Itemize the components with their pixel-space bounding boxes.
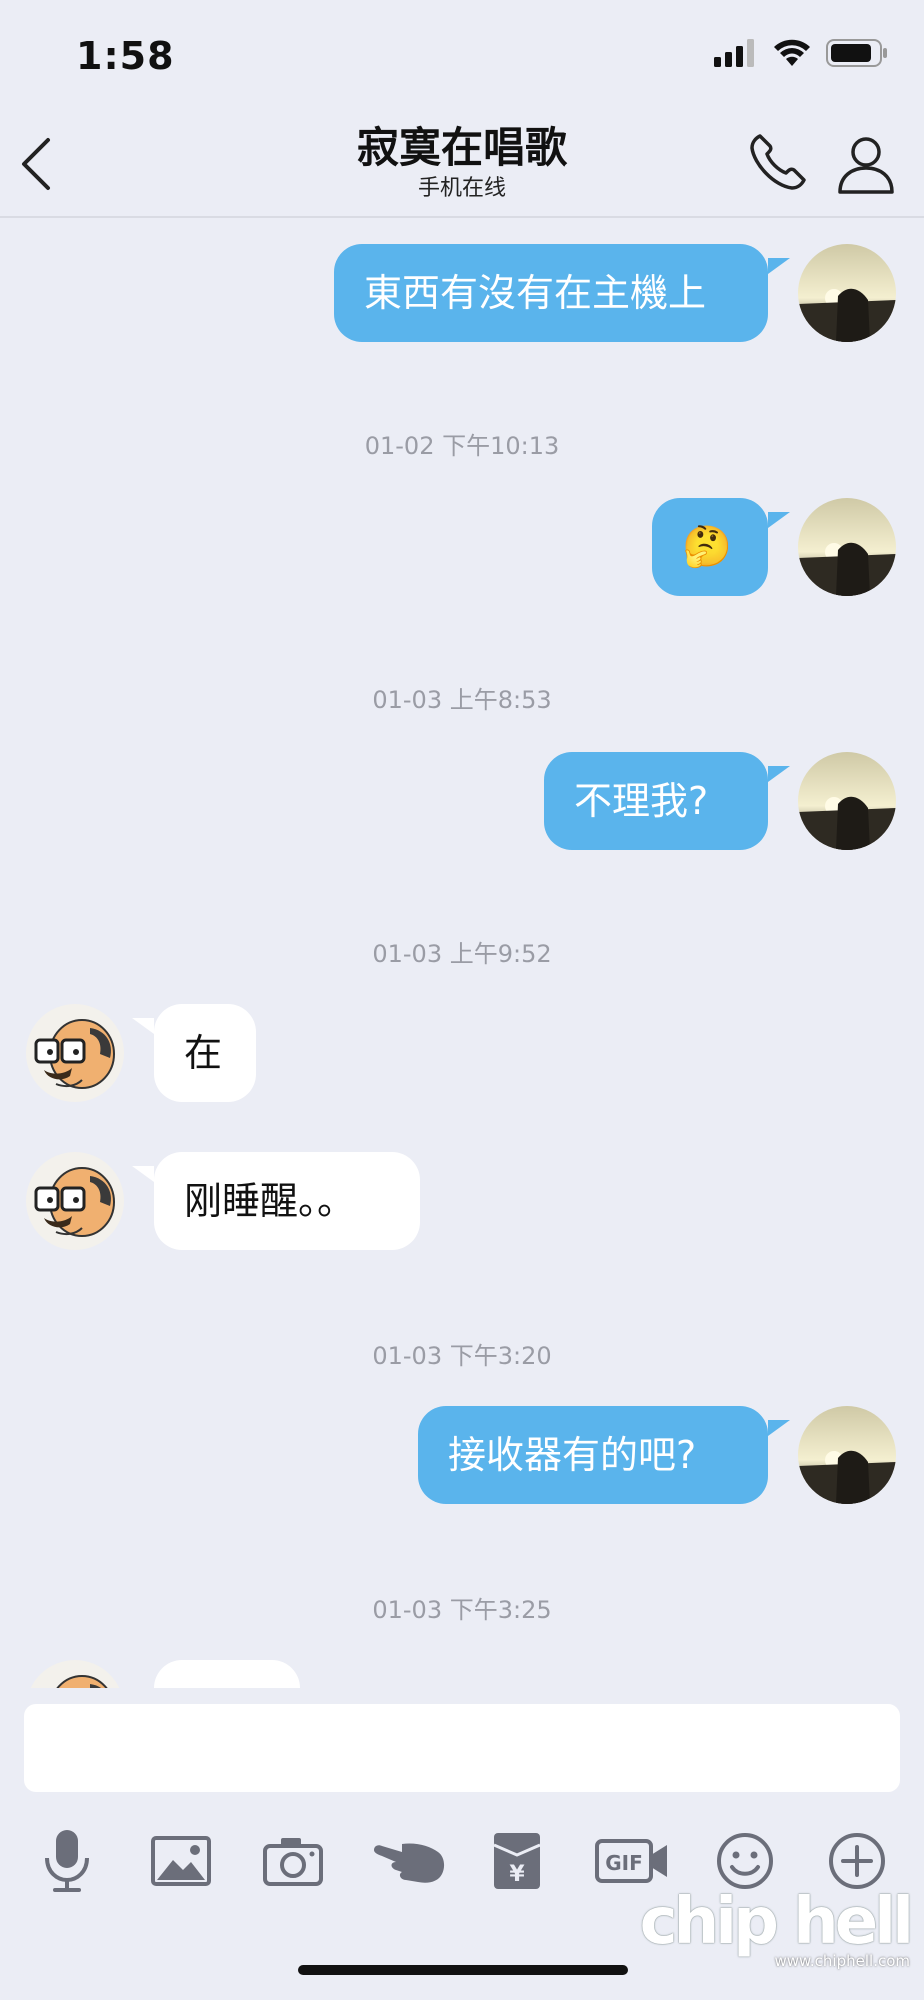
status-icons [714, 38, 888, 68]
status-bar: 1:58 [0, 0, 924, 110]
camera-icon [263, 1838, 323, 1886]
chat-header: 寂寞在唱歌 手机在线 [0, 110, 924, 218]
my-avatar[interactable] [798, 244, 896, 342]
message-timestamp: 01-03 下午3:25 [372, 1596, 552, 1624]
battery-icon [826, 39, 887, 67]
microphone-icon [45, 1830, 89, 1892]
plus-circle-icon [829, 1833, 885, 1889]
received-message-bubble[interactable]: 在 [154, 1004, 256, 1102]
profile-button[interactable] [834, 132, 898, 196]
bubble-tail [132, 1166, 154, 1182]
contact-avatar[interactable] [26, 1660, 124, 1688]
svg-text:GIF: GIF [605, 1851, 643, 1875]
user-icon [838, 137, 894, 194]
photo-button[interactable] [146, 1826, 216, 1896]
red-packet-button[interactable]: ¥ [482, 1826, 552, 1896]
gif-icon: GIF [595, 1839, 667, 1883]
my-avatar[interactable] [798, 498, 896, 596]
contact-avatar[interactable] [26, 1152, 124, 1250]
bubble-tail [768, 766, 790, 782]
image-icon [151, 1836, 211, 1886]
call-button[interactable] [746, 130, 810, 194]
bubble-tail [768, 1420, 790, 1436]
status-time: 1:58 [76, 34, 175, 78]
message-timestamp: 01-03 下午3:20 [372, 1342, 552, 1370]
my-avatar[interactable] [798, 1406, 896, 1504]
my-avatar[interactable] [798, 752, 896, 850]
phone-icon [750, 134, 806, 190]
svg-text:¥: ¥ [509, 1862, 525, 1887]
voice-button[interactable] [32, 1826, 102, 1896]
home-indicator[interactable] [298, 1965, 628, 1975]
smiley-icon [717, 1833, 773, 1889]
message-list[interactable]: 東西有沒有在主機上 01-02 下午10:13 🤔 01-03 上午8:53 不… [0, 218, 924, 1688]
received-message-bubble[interactable]: 刚睡醒。。 [154, 1152, 420, 1250]
message-timestamp: 01-02 下午10:13 [364, 432, 560, 460]
sent-message-bubble[interactable]: 不理我? [544, 752, 768, 850]
watermark-logo: chip hell [639, 1885, 914, 1959]
sent-message-bubble[interactable]: 🤔 [652, 498, 768, 596]
watermark: chip hell www.chiphell.com [639, 1885, 914, 1970]
message-input[interactable] [24, 1704, 900, 1792]
sent-message-bubble[interactable]: 接收器有的吧? [418, 1406, 768, 1504]
wifi-icon [774, 39, 810, 66]
message-timestamp: 01-03 上午9:52 [372, 940, 552, 968]
bubble-tail [768, 512, 790, 528]
cellular-signal-icon [714, 39, 754, 67]
received-message-bubble[interactable] [154, 1660, 300, 1688]
message-timestamp: 01-03 上午8:53 [372, 686, 552, 714]
pointing-hand-icon [374, 1843, 445, 1883]
bubble-tail [132, 1018, 154, 1034]
poke-button[interactable] [370, 1826, 450, 1896]
contact-avatar[interactable] [26, 1004, 124, 1102]
bubble-tail [768, 258, 790, 274]
sent-message-bubble[interactable]: 東西有沒有在主機上 [334, 244, 768, 342]
red-packet-icon: ¥ [493, 1833, 541, 1889]
camera-button[interactable] [258, 1826, 328, 1896]
